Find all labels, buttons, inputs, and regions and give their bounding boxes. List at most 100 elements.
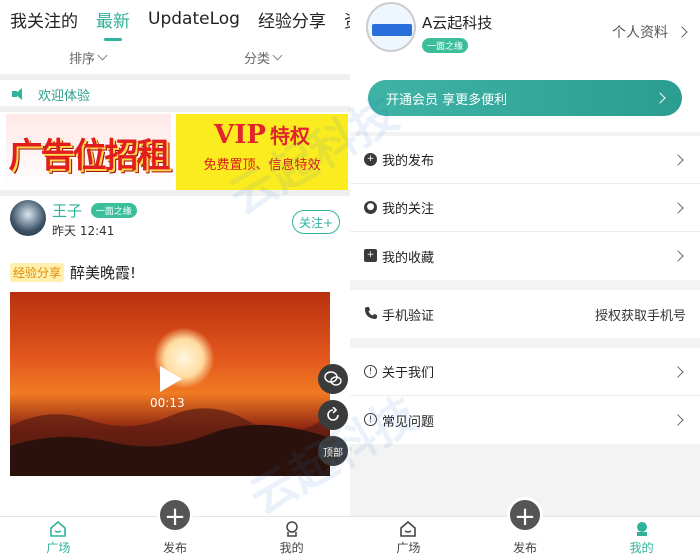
tab-mine[interactable]: 我的 [233,517,350,560]
divider [0,190,350,196]
chevron-right-icon [672,154,684,166]
chevron-right-icon [672,366,684,378]
sort-label: 排序 [68,51,95,67]
plus-icon: + [507,497,543,533]
open-membership-button[interactable]: 开通会员 享更多便利 [368,80,682,116]
tab-publish[interactable]: + 发布 [117,497,234,560]
tab-publish[interactable]: + 发布 [467,497,584,560]
vip-title: 特权 [269,124,310,148]
vip-banner[interactable]: VIP 特权 免费置顶、信息特效 [176,114,348,190]
home-icon [400,521,417,537]
speaker-icon [12,87,28,101]
tab-mine[interactable]: 我的 [583,517,700,560]
user-icon [636,522,647,536]
video-duration: 00:13 [150,396,185,410]
wechat-icon [324,371,342,386]
square-screen: 我关注的 最新 UpdateLog 经验分享 资 排序 分类 欢迎体验 广告位招… [0,0,350,560]
divider [0,74,350,80]
back-to-top-button[interactable]: 顶部 [318,436,348,466]
app-screenshot-pair: 我关注的 最新 UpdateLog 经验分享 资 排序 分类 欢迎体验 广告位招… [0,0,700,560]
menu-faq[interactable]: ! 常见问题 [350,396,700,444]
play-icon[interactable] [160,366,182,392]
menu-label: 常见问题 [382,414,435,430]
divider [0,106,350,112]
bottom-tabbar: 广场 + 发布 我的 [0,497,350,560]
user-circle-icon: ● [364,201,377,214]
open-membership-label: 开通会员 享更多便利 [386,92,508,108]
tab-experience[interactable]: 经验分享 [258,7,326,32]
author-name: 王子 [52,202,83,220]
post-title-row[interactable]: 经验分享 醉美晚霞! [10,262,136,283]
menu-group-phone: 手机验证 授权获取手机号 [350,290,700,338]
tab-publish-label: 发布 [163,541,188,555]
chevron-right-icon [654,92,666,104]
tab-latest[interactable]: 最新 [96,7,130,32]
profile-info-link[interactable]: 个人资料 [612,22,688,42]
vip-mark: VIP [214,120,266,150]
post-time: 昨天 12:41 [52,224,115,238]
menu-my-favorites[interactable]: + 我的收藏 [350,232,700,280]
menu-my-posts[interactable]: + 我的发布 [350,136,700,184]
top-tabs: 我关注的 最新 UpdateLog 经验分享 资 [0,0,350,38]
profile-info-label: 个人资料 [612,25,668,41]
video-player[interactable]: 00:13 [10,292,330,476]
tab-square-label: 广场 [396,541,421,555]
ad-banner[interactable]: 广告位招租 [6,114,171,190]
tab-square[interactable]: 广场 [0,517,117,560]
menu-group-activity: + 我的发布 ● 我的关注 + 我的收藏 [350,136,700,280]
tab-square-label: 广场 [46,541,71,555]
level-badge: 一面之缘 [422,38,469,53]
menu-label: 我的收藏 [382,250,435,266]
post-author[interactable]: 王子 一面之缘 [52,200,137,221]
menu-phone-verify[interactable]: 手机验证 授权获取手机号 [350,290,700,338]
menu-label: 关于我们 [382,366,435,381]
tab-mine-label: 我的 [629,541,654,555]
post-header: 王子 一面之缘 昨天 12:41 关注+ [0,198,350,246]
menu-label: 手机验证 [382,308,435,324]
post-title: 醉美晚霞! [70,264,137,282]
tab-following[interactable]: 我关注的 [10,7,78,32]
profile-header[interactable]: A云起科技 一面之缘 个人资料 [350,0,700,66]
tab-square[interactable]: 广场 [350,517,467,560]
tab-publish-label: 发布 [513,541,538,555]
plus-circle-icon: + [364,153,377,166]
refresh-icon [327,407,339,421]
alert-circle-icon: ! [364,365,377,378]
folder-plus-icon: + [364,249,377,262]
follow-button[interactable]: 关注+ [292,210,340,234]
notice-bar[interactable]: 欢迎体验 [0,82,350,106]
wechat-share-button[interactable] [318,364,348,394]
notice-text: 欢迎体验 [38,88,91,104]
filter-bar: 排序 分类 [0,40,350,74]
category-label: 分类 [243,51,270,67]
menu-label: 我的发布 [382,154,435,169]
tab-updatelog[interactable]: UpdateLog [148,9,240,29]
chevron-right-icon [672,250,684,262]
company-logo [366,2,416,52]
bottom-tabbar: 广场 + 发布 我的 [350,497,700,560]
question-circle-icon: ! [364,413,377,426]
phone-authorize-link[interactable]: 授权获取手机号 [595,305,686,324]
back-to-top-label: 顶部 [323,447,343,459]
chevron-down-icon [97,50,108,60]
sort-dropdown[interactable]: 排序 [0,40,175,74]
menu-about-us[interactable]: ! 关于我们 [350,348,700,396]
chevron-right-icon [676,26,688,38]
chevron-right-icon [672,202,684,214]
menu-group-about: ! 关于我们 ! 常见问题 [350,348,700,444]
refresh-button[interactable] [318,400,348,430]
category-tag[interactable]: 经验分享 [10,263,65,282]
menu-my-following[interactable]: ● 我的关注 [350,184,700,232]
vip-subtitle: 免费置顶、信息特效 [203,158,321,173]
level-badge: 一面之缘 [90,203,137,218]
user-icon [285,521,298,537]
mine-screen: A云起科技 一面之缘 个人资料 开通会员 享更多便利 + 我的发布 ● 我的关注 [350,0,700,560]
tab-mine-label: 我的 [279,541,304,555]
plus-icon: + [157,497,193,533]
home-icon [50,521,67,537]
chevron-down-icon [272,50,283,60]
avatar[interactable] [10,200,46,236]
ad-banner-text: 广告位招租 [8,135,171,176]
category-dropdown[interactable]: 分类 [175,40,350,74]
phone-icon [365,307,377,319]
